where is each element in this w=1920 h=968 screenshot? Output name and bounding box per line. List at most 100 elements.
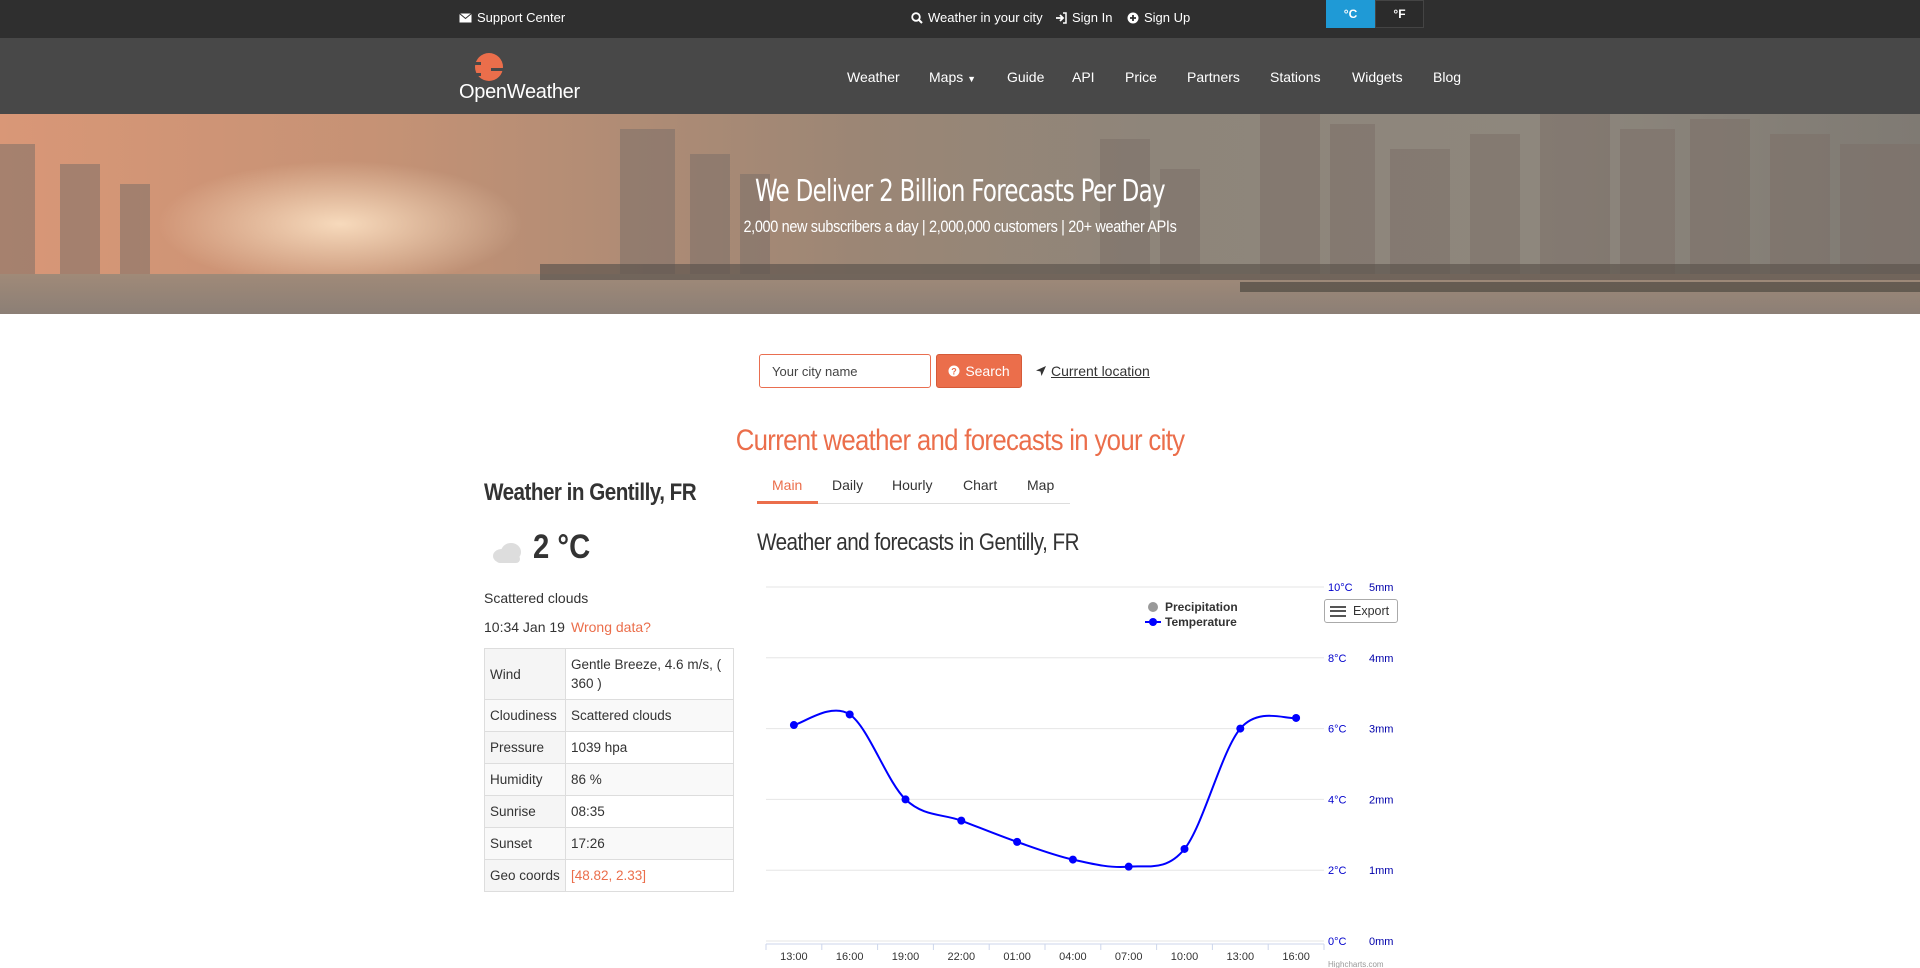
openweather-logo[interactable]: OpenWeather bbox=[459, 49, 591, 105]
search-button[interactable]: ? Search bbox=[936, 354, 1022, 388]
weather-details-table: Wind Gentle Breeze, 4.6 m/s, ( 360 ) Clou… bbox=[484, 648, 734, 892]
table-row: Humidity 86 % bbox=[484, 763, 734, 796]
x-tick-label: 22:00 bbox=[948, 951, 976, 963]
x-tick-label: 13:00 bbox=[780, 951, 808, 963]
section-title: Current weather and forecasts in your ci… bbox=[735, 424, 1185, 457]
table-row: Geo coords [48.82, 2.33] bbox=[484, 859, 734, 892]
temperature-point bbox=[901, 795, 910, 804]
city-search-input[interactable] bbox=[759, 354, 931, 388]
chart-title: Weather and forecasts in Gentilly, FR bbox=[757, 529, 1080, 556]
x-tick-label: 10:00 bbox=[1171, 951, 1199, 963]
top-bar: Support Center Weather in your city Sign… bbox=[0, 0, 1920, 38]
temperature-point bbox=[1180, 844, 1189, 853]
chart-credit: Highcharts.com bbox=[1328, 960, 1384, 968]
main-navbar: OpenWeather Weather Maps ▼ Guide API Pri… bbox=[0, 38, 1920, 114]
y-tick-label-precip: 4mm bbox=[1369, 653, 1393, 665]
nav-weather[interactable]: Weather bbox=[847, 69, 900, 85]
temperature-point bbox=[1068, 855, 1077, 864]
celsius-button[interactable]: °C bbox=[1326, 0, 1375, 28]
legend-temperature-marker bbox=[1149, 618, 1157, 626]
x-tick-label: 04:00 bbox=[1059, 951, 1087, 963]
nav-price[interactable]: Price bbox=[1125, 69, 1157, 85]
temperature-point bbox=[957, 816, 966, 825]
current-location-link[interactable]: Current location bbox=[1035, 363, 1150, 379]
active-tab-indicator bbox=[757, 501, 818, 504]
x-tick-label: 01:00 bbox=[1003, 951, 1031, 963]
x-tick-label: 16:00 bbox=[1282, 951, 1310, 963]
temperature-point bbox=[789, 721, 798, 730]
temperature-point bbox=[1236, 724, 1245, 733]
y-tick-label-temp: 10°C bbox=[1328, 582, 1353, 594]
x-tick-label: 16:00 bbox=[836, 951, 864, 963]
tab-daily[interactable]: Daily bbox=[832, 477, 863, 493]
observation-time: 10:34 Jan 19 bbox=[484, 619, 565, 635]
tab-chart[interactable]: Chart bbox=[963, 477, 997, 493]
x-tick-label: 13:00 bbox=[1227, 951, 1255, 963]
sun-logo-icon bbox=[469, 53, 515, 83]
hero-pier bbox=[540, 264, 1920, 280]
tab-main[interactable]: Main bbox=[772, 477, 802, 493]
x-tick-label: 07:00 bbox=[1115, 951, 1143, 963]
unit-toggle: °C °F bbox=[1326, 0, 1424, 28]
fahrenheit-button[interactable]: °F bbox=[1375, 0, 1424, 28]
temperature-point bbox=[845, 710, 854, 719]
plus-circle-icon bbox=[1127, 12, 1139, 23]
sign-up-link[interactable]: Sign Up bbox=[1127, 10, 1190, 25]
tab-map[interactable]: Map bbox=[1027, 477, 1054, 493]
table-row: Wind Gentle Breeze, 4.6 m/s, ( 360 ) bbox=[484, 648, 734, 700]
legend-precipitation-label: Precipitation bbox=[1165, 600, 1238, 614]
weather-description: Scattered clouds bbox=[484, 590, 589, 606]
table-row: Pressure 1039 hpa bbox=[484, 731, 734, 764]
table-row: Sunrise 08:35 bbox=[484, 795, 734, 828]
legend-precipitation-marker bbox=[1148, 602, 1158, 612]
forecast-tabs: Main Daily Hourly Chart Map bbox=[757, 469, 1070, 504]
weather-in-city-link[interactable]: Weather in your city bbox=[911, 10, 1043, 25]
y-tick-label-temp: 0°C bbox=[1328, 936, 1347, 948]
x-tick-label: 19:00 bbox=[892, 951, 920, 963]
logo-text: OpenWeather bbox=[459, 81, 580, 103]
y-tick-label-temp: 6°C bbox=[1328, 724, 1347, 736]
cloud-icon bbox=[493, 543, 521, 563]
nav-guide[interactable]: Guide bbox=[1007, 69, 1044, 85]
y-tick-label-precip: 1mm bbox=[1369, 865, 1393, 877]
nav-blog[interactable]: Blog bbox=[1433, 69, 1461, 85]
y-tick-label-precip: 5mm bbox=[1369, 582, 1393, 594]
y-tick-label-temp: 8°C bbox=[1328, 653, 1347, 665]
tab-hourly[interactable]: Hourly bbox=[892, 477, 932, 493]
nav-widgets[interactable]: Widgets bbox=[1352, 69, 1403, 85]
search-icon bbox=[911, 11, 923, 24]
hero-banner: We Deliver 2 Billion Forecasts Per Day 2… bbox=[0, 114, 1920, 314]
envelope-icon bbox=[459, 12, 472, 22]
table-row: Cloudiness Scattered clouds bbox=[484, 699, 734, 732]
nav-stations[interactable]: Stations bbox=[1270, 69, 1321, 85]
y-tick-label-precip: 3mm bbox=[1369, 724, 1393, 736]
forecast-chart-svg: 10°C 5mm 8°C 4mm 6°C 3mm 4°C 2mm 2°C 1mm 0°C 0mm 13:… bbox=[765, 582, 1393, 968]
current-temperature: 2 °C bbox=[533, 528, 591, 566]
geo-coords-link[interactable]: [48.82, 2.33] bbox=[565, 859, 734, 892]
hero-subtitle: 2,000 new subscribers a day | 2,000,000 … bbox=[743, 217, 1177, 236]
current-city-title: Weather in Gentilly, FR bbox=[484, 479, 697, 506]
svg-text:?: ? bbox=[952, 367, 958, 377]
nav-partners[interactable]: Partners bbox=[1187, 69, 1240, 85]
y-tick-label-temp: 4°C bbox=[1328, 794, 1347, 806]
y-tick-label-temp: 2°C bbox=[1328, 865, 1347, 877]
temperature-point bbox=[1013, 837, 1022, 846]
support-center-link[interactable]: Support Center bbox=[459, 10, 565, 25]
sign-in-link[interactable]: Sign In bbox=[1055, 10, 1112, 25]
caret-down-icon: ▼ bbox=[967, 74, 977, 84]
wrong-data-link[interactable]: Wrong data? bbox=[571, 619, 651, 635]
temperature-point bbox=[1292, 713, 1301, 722]
y-tick-label-precip: 2mm bbox=[1369, 794, 1393, 806]
location-arrow-icon bbox=[1036, 366, 1046, 376]
temperature-point bbox=[1124, 862, 1133, 871]
nav-api[interactable]: API bbox=[1072, 69, 1095, 85]
legend-temperature-label: Temperature bbox=[1165, 615, 1237, 629]
nav-maps[interactable]: Maps ▼ bbox=[929, 69, 976, 85]
menu-icon bbox=[1330, 605, 1346, 617]
hero-water bbox=[0, 274, 1920, 314]
temperature-line bbox=[793, 709, 1297, 869]
question-circle-icon: ? bbox=[948, 365, 960, 377]
y-tick-label-precip: 0mm bbox=[1369, 936, 1393, 948]
export-button[interactable]: Export bbox=[1324, 599, 1398, 623]
table-row: Sunset 17:26 bbox=[484, 827, 734, 860]
